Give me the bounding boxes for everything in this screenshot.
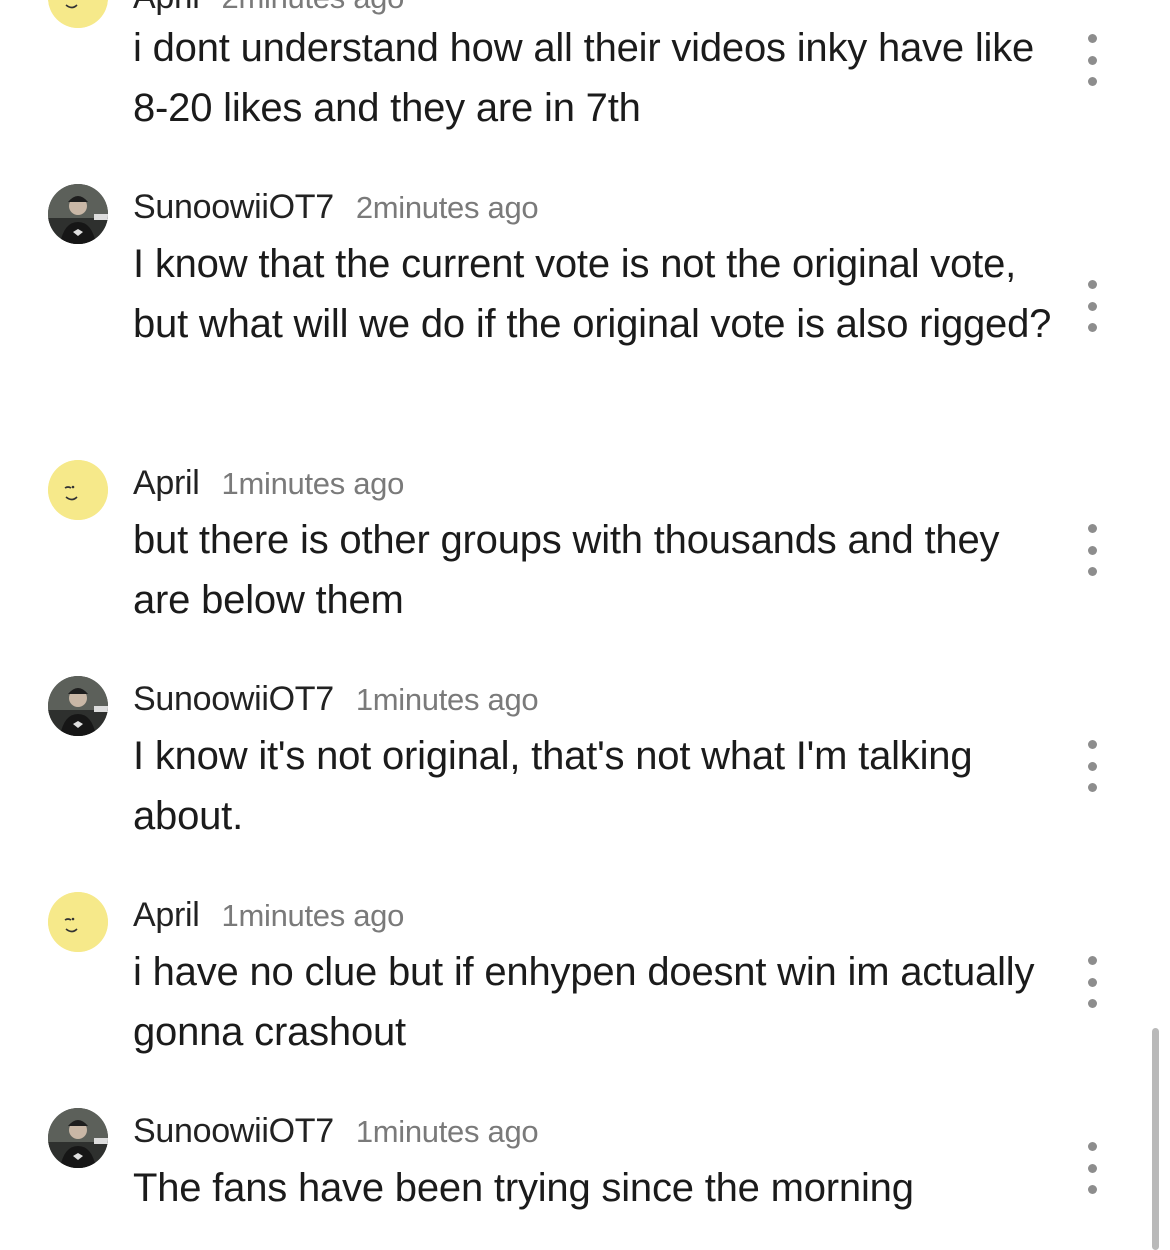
more-dot bbox=[1087, 301, 1097, 311]
username[interactable]: SunoowiiOT7 bbox=[133, 188, 334, 226]
username[interactable]: SunoowiiOT7 bbox=[133, 1112, 334, 1150]
timestamp: 1minutes ago bbox=[221, 466, 405, 501]
comment-text: The fans have been trying since the morn… bbox=[133, 1166, 914, 1210]
comment-text: I know it's not original, that's not wha… bbox=[133, 734, 973, 838]
timestamp: 1minutes ago bbox=[355, 1114, 539, 1149]
more-dot bbox=[1087, 55, 1097, 65]
username[interactable]: SunoowiiOT7 bbox=[133, 680, 334, 718]
comment-meta: April 2minutes ago bbox=[133, 0, 404, 18]
more-dot bbox=[1087, 323, 1097, 332]
more-vertical-icon bbox=[1087, 740, 1097, 749]
timestamp: 1minutes ago bbox=[221, 898, 405, 933]
more-options-button[interactable] bbox=[1076, 956, 1108, 1008]
more-options-button[interactable] bbox=[1076, 524, 1108, 576]
user-photo-icon bbox=[48, 676, 108, 736]
more-options-button[interactable] bbox=[1076, 740, 1108, 792]
more-dot bbox=[1087, 545, 1097, 555]
avatar[interactable] bbox=[48, 460, 108, 520]
comment-meta: April 1minutes ago bbox=[133, 896, 404, 936]
more-dot bbox=[1087, 77, 1097, 86]
more-options-button[interactable] bbox=[1076, 1142, 1108, 1194]
comment-text: but there is other groups with thousands… bbox=[133, 518, 1000, 622]
avatar[interactable] bbox=[48, 676, 108, 736]
more-options-button[interactable] bbox=[1076, 280, 1108, 332]
more-dot bbox=[1087, 999, 1097, 1008]
scrollbar[interactable] bbox=[1152, 1028, 1159, 1250]
comment-meta: SunoowiiOT7 1minutes ago bbox=[133, 1112, 539, 1152]
username[interactable]: April bbox=[133, 0, 200, 16]
comment-meta: SunoowiiOT7 1minutes ago bbox=[133, 680, 539, 720]
emoji-face-icon bbox=[48, 0, 108, 28]
user-photo-icon bbox=[48, 1108, 108, 1168]
more-vertical-icon bbox=[1087, 1142, 1097, 1151]
more-dot bbox=[1087, 761, 1097, 771]
emoji-face-icon bbox=[48, 460, 108, 520]
more-vertical-icon bbox=[1087, 524, 1097, 533]
more-dot bbox=[1087, 567, 1097, 576]
more-dot bbox=[1087, 1163, 1097, 1173]
comment-text: i have no clue but if enhypen doesnt win… bbox=[133, 950, 1035, 1054]
user-photo-icon bbox=[48, 184, 108, 244]
comment-meta: April 1minutes ago bbox=[133, 464, 404, 504]
username[interactable]: April bbox=[133, 464, 200, 502]
more-dot bbox=[1087, 977, 1097, 987]
more-dot bbox=[1087, 783, 1097, 792]
comment-text: I know that the current vote is not the … bbox=[133, 242, 1052, 346]
more-vertical-icon bbox=[1087, 956, 1097, 965]
more-options-button[interactable] bbox=[1076, 34, 1108, 86]
more-vertical-icon bbox=[1087, 280, 1097, 289]
comment-text: i dont understand how all their videos i… bbox=[133, 26, 1035, 130]
timestamp: 2minutes ago bbox=[355, 190, 539, 225]
more-dot bbox=[1087, 1185, 1097, 1194]
emoji-face-icon bbox=[48, 892, 108, 952]
comment-meta: SunoowiiOT7 2minutes ago bbox=[133, 188, 539, 228]
username[interactable]: April bbox=[133, 896, 200, 934]
timestamp: 2minutes ago bbox=[222, 0, 405, 15]
avatar[interactable] bbox=[48, 184, 108, 244]
avatar[interactable] bbox=[48, 892, 108, 952]
avatar[interactable] bbox=[48, 0, 108, 28]
timestamp: 1minutes ago bbox=[355, 682, 539, 717]
more-vertical-icon bbox=[1087, 34, 1097, 43]
avatar[interactable] bbox=[48, 1108, 108, 1168]
